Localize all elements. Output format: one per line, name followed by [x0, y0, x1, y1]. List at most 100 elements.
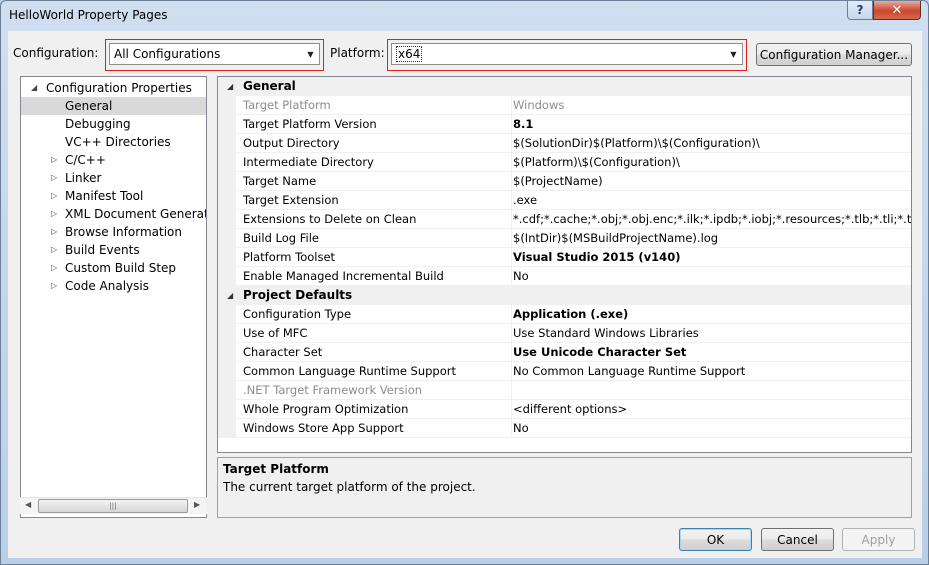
property-value-text: No: [513, 421, 529, 435]
tree-item-build-events[interactable]: ▷ Build Events: [21, 241, 206, 259]
tree-item-vc-directories[interactable]: VC++ Directories: [21, 133, 206, 151]
property-value: Visual Studio 2015 (v140): [511, 248, 911, 266]
close-button[interactable]: ✕: [873, 1, 921, 20]
collapse-triangle-icon[interactable]: ◢: [31, 79, 37, 97]
property-row-target-platform[interactable]: Target Platform Windows: [218, 96, 911, 115]
property-value-text: $(Platform)\$(Configuration)\: [513, 155, 680, 169]
property-name: Whole Program Optimization: [243, 402, 409, 416]
configuration-select-value: All Configurations: [114, 47, 221, 61]
cancel-button[interactable]: Cancel: [761, 528, 834, 551]
window-title: HelloWorld Property Pages: [9, 8, 168, 22]
tree-item-label: Manifest Tool: [65, 189, 144, 203]
property-row-extensions-to-delete[interactable]: Extensions to Delete on Clean *.cdf;*.ca…: [218, 210, 911, 229]
property-row-whole-program-optimization[interactable]: Whole Program Optimization <different op…: [218, 400, 911, 419]
scrollbar-thumb[interactable]: |||: [38, 499, 188, 513]
configuration-select[interactable]: All Configurations ▼: [109, 43, 320, 65]
row-gutter: [218, 381, 236, 400]
scroll-left-icon[interactable]: ◀: [25, 500, 31, 509]
category-tree[interactable]: ◢ Configuration Properties General Debug…: [20, 76, 207, 518]
tree-item-c-cpp[interactable]: ▷ C/C++: [21, 151, 206, 169]
property-row-platform-toolset[interactable]: Platform Toolset Visual Studio 2015 (v14…: [218, 248, 911, 267]
expand-triangle-icon[interactable]: ▷: [51, 223, 57, 241]
expand-triangle-icon[interactable]: ▷: [51, 241, 57, 259]
property-value-text: Use Unicode Character Set: [513, 345, 687, 359]
property-row-output-directory[interactable]: Output Directory $(SolutionDir)$(Platfor…: [218, 134, 911, 153]
configuration-manager-button[interactable]: Configuration Manager...: [756, 43, 912, 66]
collapse-triangle-icon[interactable]: ◢: [227, 77, 233, 96]
property-row-net-target-framework[interactable]: .NET Target Framework Version: [218, 381, 911, 400]
configuration-label: Configuration:: [13, 46, 99, 60]
tree-item-label: Debugging: [65, 117, 131, 131]
tree-item-general[interactable]: General: [21, 97, 206, 115]
property-value-text: .exe: [513, 193, 538, 207]
property-name: Intermediate Directory: [243, 155, 374, 169]
tree-item-label: Build Events: [65, 243, 140, 257]
tree-item-code-analysis[interactable]: ▷ Code Analysis: [21, 277, 206, 295]
row-gutter: [218, 343, 236, 362]
category-project-defaults[interactable]: ◢ Project Defaults: [218, 286, 911, 305]
property-value: Use Unicode Character Set: [511, 343, 911, 361]
tree-item-label: General: [65, 99, 113, 113]
tree-item-custom-build-step[interactable]: ▷ Custom Build Step: [21, 259, 206, 277]
property-row-target-extension[interactable]: Target Extension .exe: [218, 191, 911, 210]
property-name: Target Platform: [243, 98, 331, 112]
tree-item-configuration-properties[interactable]: ◢ Configuration Properties: [21, 79, 206, 97]
tree-horizontal-scrollbar[interactable]: ◀ ||| ▶: [20, 497, 207, 514]
expand-triangle-icon[interactable]: ▷: [51, 187, 57, 205]
property-value: $(SolutionDir)$(Platform)\$(Configuratio…: [511, 134, 911, 152]
property-value-text: $(ProjectName): [513, 174, 603, 188]
category-general[interactable]: ◢ General: [218, 77, 911, 96]
tree-item-linker[interactable]: ▷ Linker: [21, 169, 206, 187]
category-label: General: [243, 79, 296, 93]
tree-item-debugging[interactable]: Debugging: [21, 115, 206, 133]
property-row-intermediate-directory[interactable]: Intermediate Directory $(Platform)\$(Con…: [218, 153, 911, 172]
help-button[interactable]: ?: [847, 1, 873, 20]
expand-triangle-icon[interactable]: ▷: [51, 205, 57, 223]
tree-item-manifest-tool[interactable]: ▷ Manifest Tool: [21, 187, 206, 205]
property-row-use-of-mfc[interactable]: Use of MFC Use Standard Windows Librarie…: [218, 324, 911, 343]
property-value: Use Standard Windows Libraries: [511, 324, 911, 342]
property-row-managed-incremental-build[interactable]: Enable Managed Incremental Build No: [218, 267, 911, 286]
property-row-configuration-type[interactable]: Configuration Type Application (.exe): [218, 305, 911, 324]
tree-item-label: VC++ Directories: [65, 135, 171, 149]
property-row-clr-support[interactable]: Common Language Runtime Support No Commo…: [218, 362, 911, 381]
tree-item-label: C/C++: [65, 153, 106, 167]
property-name: Configuration Type: [243, 307, 352, 321]
property-value-text: Visual Studio 2015 (v140): [513, 250, 681, 264]
tree-item-label: Custom Build Step: [65, 261, 177, 275]
row-gutter: [218, 153, 236, 172]
expand-triangle-icon[interactable]: ▷: [51, 277, 57, 295]
property-name: Character Set: [243, 345, 323, 359]
title-bar[interactable]: HelloWorld Property Pages ? ✕: [1, 1, 928, 31]
property-row-build-log-file[interactable]: Build Log File $(IntDir)$(MSBuildProject…: [218, 229, 911, 248]
property-row-character-set[interactable]: Character Set Use Unicode Character Set: [218, 343, 911, 362]
tree-item-xml-document-generator[interactable]: ▷ XML Document Generator: [21, 205, 206, 223]
collapse-triangle-icon[interactable]: ◢: [227, 286, 233, 305]
expand-triangle-icon[interactable]: ▷: [51, 151, 57, 169]
property-name: Windows Store App Support: [243, 421, 404, 435]
property-value-text: <different options>: [513, 402, 628, 416]
row-gutter: [218, 267, 236, 286]
property-row-target-platform-version[interactable]: Target Platform Version 8.1: [218, 115, 911, 134]
property-grid[interactable]: ◢ General Target Platform Windows Target…: [217, 76, 912, 453]
chevron-down-icon: ▼: [730, 49, 737, 59]
expand-triangle-icon[interactable]: ▷: [51, 169, 57, 187]
property-value-text: No: [513, 269, 529, 283]
property-value: No: [511, 419, 911, 437]
property-value: No: [511, 267, 911, 285]
tree-item-browse-information[interactable]: ▷ Browse Information: [21, 223, 206, 241]
row-gutter: [218, 210, 236, 229]
ok-button[interactable]: OK: [679, 528, 752, 551]
row-gutter: [218, 115, 236, 134]
scroll-right-icon[interactable]: ▶: [194, 500, 200, 509]
property-row-windows-store-app-support[interactable]: Windows Store App Support No: [218, 419, 911, 438]
platform-select[interactable]: x64 ▼: [391, 43, 743, 65]
property-name: Common Language Runtime Support: [243, 364, 457, 378]
row-gutter: [218, 324, 236, 343]
property-pages-window: HelloWorld Property Pages ? ✕ Configurat…: [0, 0, 929, 565]
row-gutter: [218, 172, 236, 191]
property-row-target-name[interactable]: Target Name $(ProjectName): [218, 172, 911, 191]
expand-triangle-icon[interactable]: ▷: [51, 259, 57, 277]
apply-button[interactable]: Apply: [842, 528, 915, 551]
property-name: Platform Toolset: [243, 250, 336, 264]
